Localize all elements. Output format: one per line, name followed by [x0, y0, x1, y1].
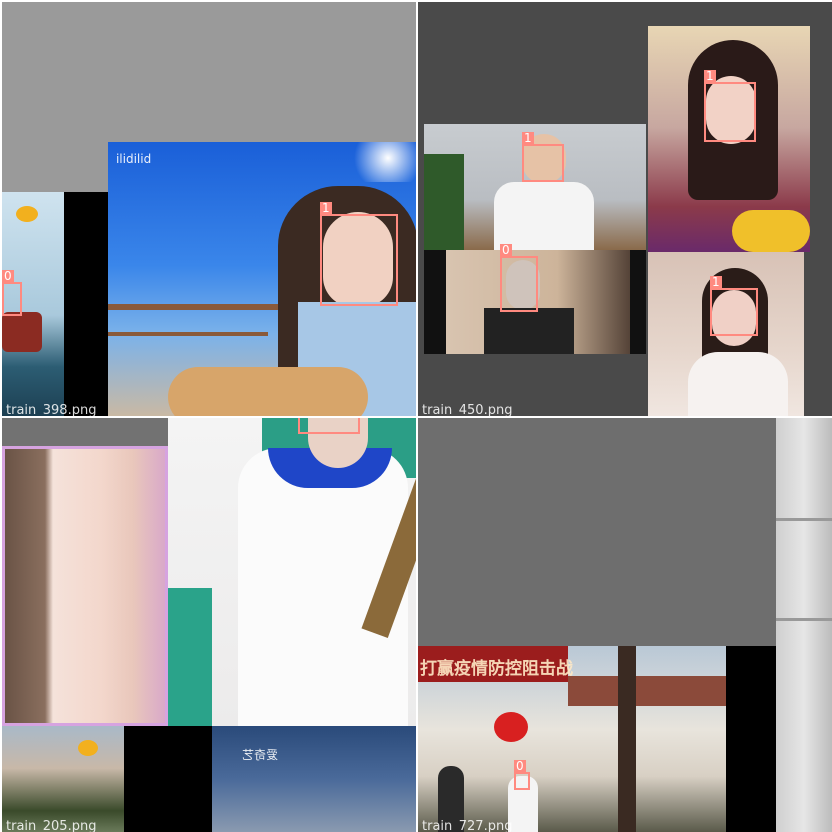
black-bar — [726, 646, 776, 832]
box-class-label: 1 — [522, 131, 534, 145]
detection-box: 1 — [320, 202, 398, 306]
man-room-image — [424, 124, 646, 250]
tile-train-398: bilibili 0 1 train_398.png — [2, 2, 416, 416]
detection-box: 0 — [2, 270, 22, 316]
banner-text: 打赢疫情防控阻击战 — [420, 659, 573, 679]
box-class-label: 0 — [500, 243, 512, 257]
curtain-image — [2, 446, 168, 726]
mosaic-grid: bilibili 0 1 train_398.png 1 0 1 1 train… — [0, 0, 832, 832]
detection-box: 1 — [298, 418, 360, 434]
filename-label: train_205.png — [6, 819, 97, 832]
clinic-entrance-image: 打赢疫情防控阻击战 — [418, 646, 726, 832]
pillar-image — [776, 418, 832, 832]
tile-train-450: 1 0 1 1 train_450.png — [418, 2, 832, 416]
box-class-label: 1 — [710, 275, 722, 289]
gray-padding — [418, 418, 776, 646]
box-class-label: 0 — [2, 269, 14, 283]
black-bar — [64, 192, 108, 416]
black-bar — [124, 726, 212, 832]
detection-box: 0 — [514, 760, 530, 790]
box-class-label: 0 — [514, 759, 526, 773]
street-image — [2, 726, 124, 832]
detection-box: 0 — [500, 244, 538, 312]
filename-label: train_727.png — [422, 819, 513, 832]
tile-train-205: 爱奇艺 1 train_205.png — [2, 418, 416, 832]
detection-box: 1 — [522, 132, 564, 182]
filename-label: train_450.png — [422, 403, 513, 416]
detection-box: 1 — [710, 276, 758, 336]
detection-box: 1 — [704, 70, 756, 142]
glass-building-image: 爱奇艺 — [212, 726, 416, 832]
man-polo-image — [168, 418, 416, 726]
tile-train-727: 打赢疫情防控阻击战 0 train_727.png — [418, 418, 832, 832]
bilibili-watermark: bilibili — [116, 152, 152, 166]
box-class-label: 1 — [704, 69, 716, 83]
iqiyi-watermark: 爱奇艺 — [242, 748, 279, 762]
filename-label: train_398.png — [6, 403, 97, 416]
box-class-label: 1 — [320, 201, 332, 215]
